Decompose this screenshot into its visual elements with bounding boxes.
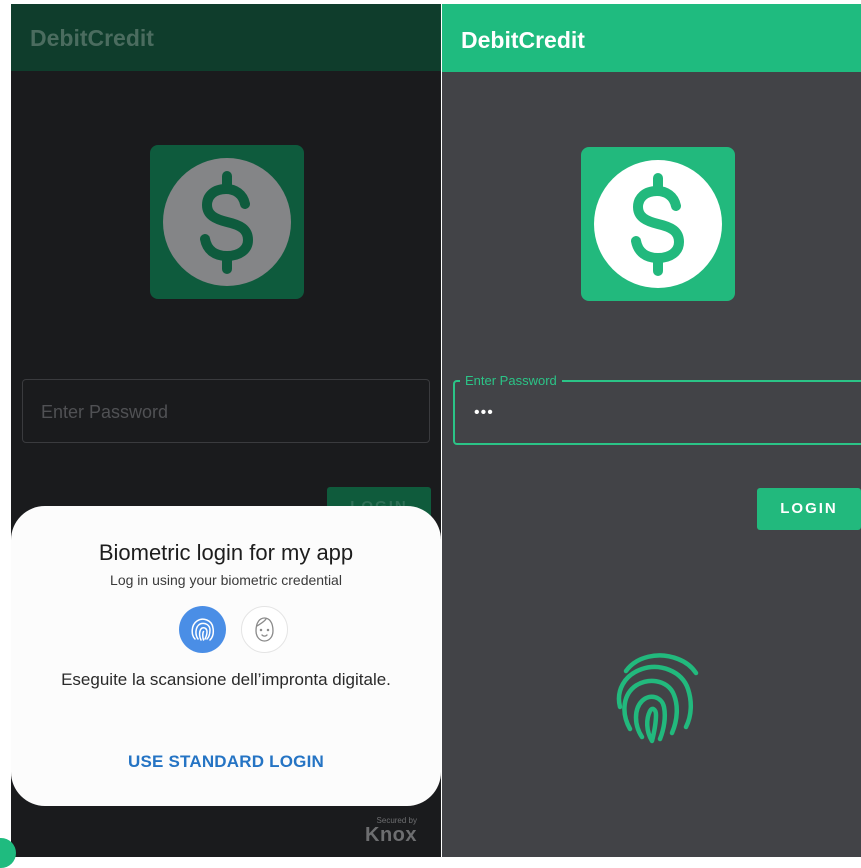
- app-bar: DebitCredit: [11, 4, 441, 71]
- password-value: •••: [474, 404, 494, 421]
- use-standard-login-button[interactable]: USE STANDARD LOGIN: [11, 752, 441, 772]
- dollar-coin-icon: [594, 160, 722, 288]
- scan-message: Eseguite la scansione dell’impronta digi…: [61, 670, 391, 689]
- password-input[interactable]: Enter Password: [22, 379, 430, 443]
- password-placeholder: Enter Password: [41, 402, 169, 422]
- biometric-dialog: Biometric login for my app Log in using …: [11, 506, 441, 806]
- left-screen: DebitCredit Enter Password LOGIN Biometr…: [11, 4, 441, 857]
- knox-logo: Secured by Knox: [365, 816, 417, 845]
- fingerprint-option-button[interactable]: [179, 606, 226, 653]
- password-label: Enter Password: [460, 373, 562, 388]
- fingerprint-icon[interactable]: [612, 649, 704, 745]
- app-logo: [150, 145, 304, 299]
- app-title: DebitCredit: [461, 27, 585, 53]
- fingerprint-icon: [191, 618, 214, 641]
- app-title: DebitCredit: [30, 25, 154, 51]
- knox-wordmark: Knox: [365, 824, 417, 846]
- app-bar: DebitCredit: [442, 4, 861, 72]
- dollar-coin-icon: [163, 158, 291, 286]
- dialog-title: Biometric login for my app: [98, 540, 354, 565]
- dialog-subtitle: Log in using your biometric credential: [110, 572, 342, 588]
- face-icon: [255, 617, 274, 642]
- face-option-button[interactable]: [241, 606, 288, 653]
- right-screen: DebitCredit Enter Password ••• LOGIN: [442, 4, 861, 857]
- app-logo: [581, 147, 735, 301]
- password-input[interactable]: [453, 380, 861, 445]
- login-button[interactable]: LOGIN: [757, 488, 861, 530]
